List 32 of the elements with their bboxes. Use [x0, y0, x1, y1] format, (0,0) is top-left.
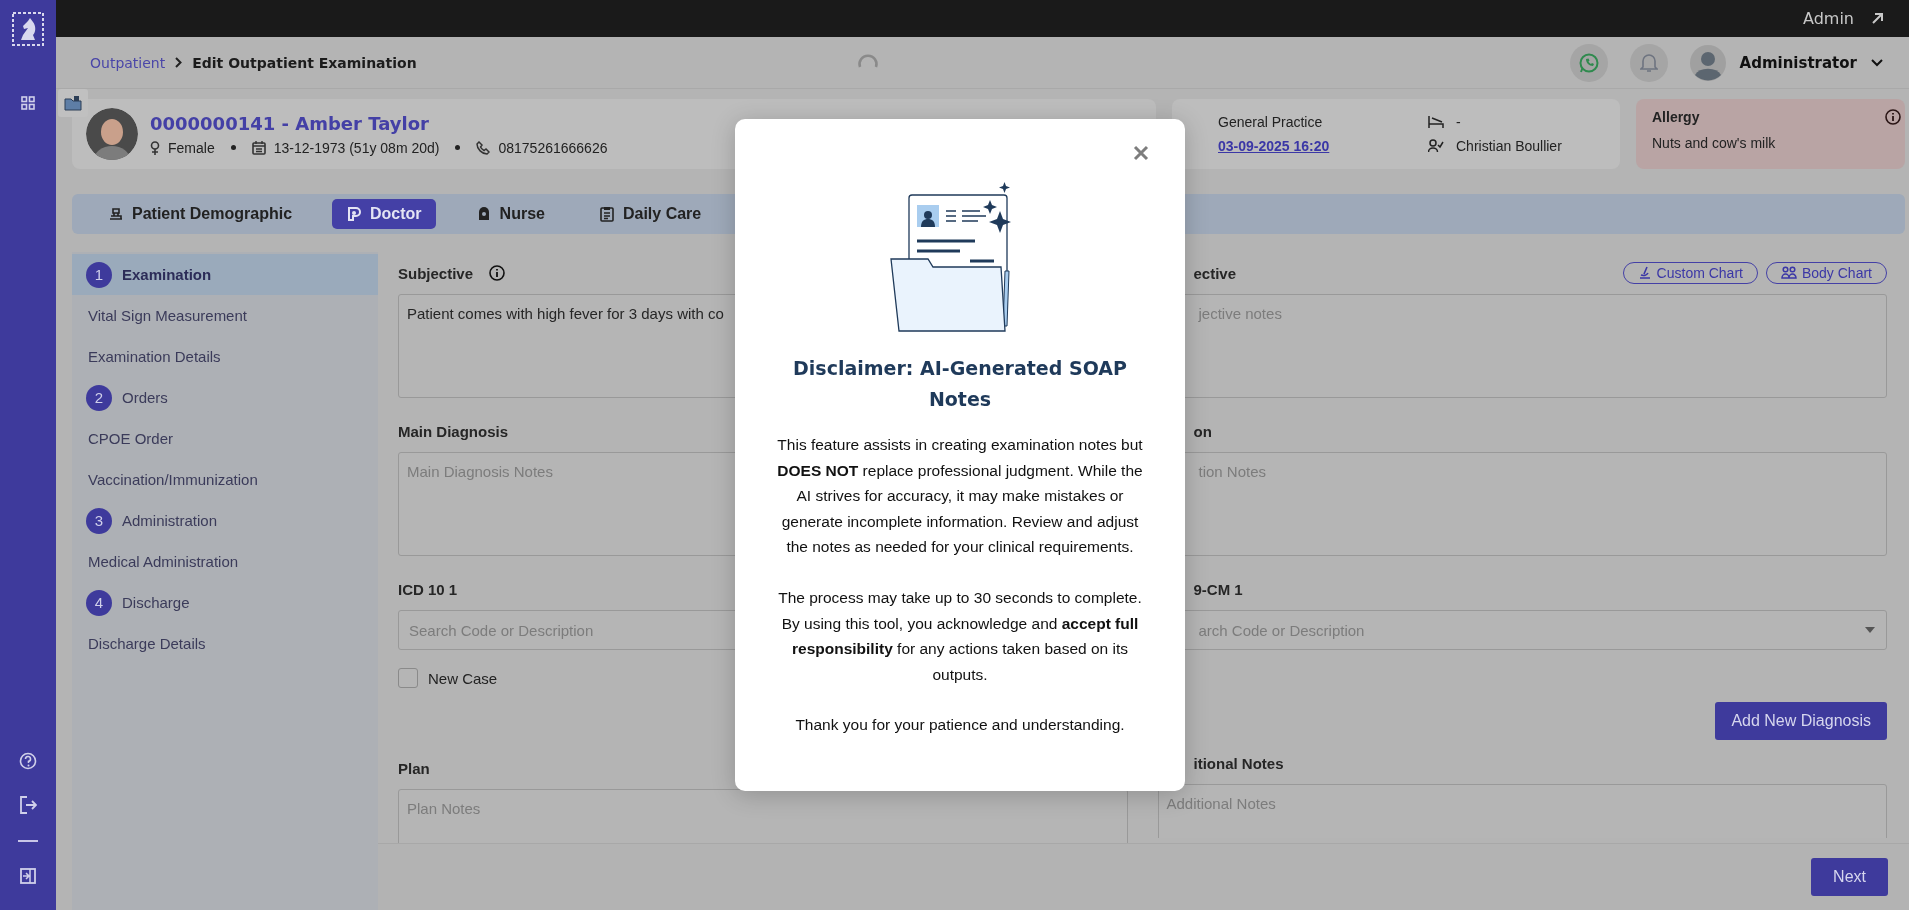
patient-birth-date: 13-12-1973 (51y 08m 20d) [273, 139, 440, 156]
step-number: 4 [86, 589, 112, 616]
step-label: Examination [122, 266, 212, 283]
step-label: Discharge [122, 594, 190, 611]
dialog-paragraph: Thank you for your patience and understanding. [794, 715, 1126, 736]
step-number: 1 [86, 261, 112, 288]
dialog-paragraph: The process may take up to 30 seconds to complete. By using this tool, you acknowledge and accept full responsibility for any actions taken based on its outputs. [777, 587, 1143, 685]
allergy-title: Allergy [1652, 109, 1701, 125]
checkbox-label: New Case [428, 669, 498, 687]
field-label: itional Notes [1193, 754, 1284, 772]
step-number: 2 [86, 384, 112, 411]
patient-gender: Female [168, 139, 215, 156]
page-title: Edit Outpatient Examination [192, 54, 417, 71]
patient-phone: 08175261666626 [498, 139, 608, 156]
step-number: 3 [86, 507, 112, 534]
admin-label: Admin [1803, 9, 1854, 28]
field-label: on [1193, 422, 1212, 440]
patient-name: 0000000141 - Amber Taylor [150, 112, 430, 134]
field-label: Plan [398, 759, 430, 777]
department-text: General Practice [1218, 114, 1324, 130]
field-label: ective [1192, 263, 1237, 284]
allergy-text: Nuts and cow's milk [1652, 135, 1777, 151]
field-label: Main Diagnosis [398, 422, 509, 440]
field-label: Subjective [398, 264, 474, 282]
field-label: ICD 10 1 [398, 580, 458, 598]
doctor-name: Christian Boullier [1456, 138, 1562, 154]
dialog-title: Disclaimer: AI-Generated SOAP Notes [792, 356, 1128, 412]
field-label: 9-CM 1 [1193, 580, 1243, 598]
bed-text: - [1456, 114, 1461, 130]
step-label: Administration [122, 512, 218, 529]
dialog-paragraph: This feature assists in creating examination notes but DOES NOT replace professional judgment. While the AI strives for accuracy, it may make mistakes or generate incomplete information. Review and adjust the notes as needed for your clinical requirements. [776, 435, 1144, 558]
step-label: Orders [122, 389, 168, 406]
